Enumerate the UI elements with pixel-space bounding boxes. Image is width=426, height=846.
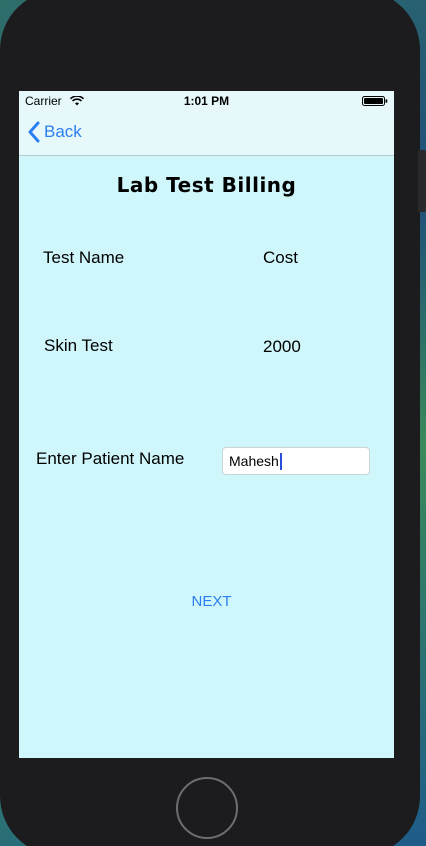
header-test-name: Test Name xyxy=(43,248,125,267)
app-screen: Carrier 1:01 PM Back Lab Test Billing Te… xyxy=(19,91,394,758)
patient-name-value: Mahesh xyxy=(229,453,279,469)
chevron-left-icon xyxy=(28,121,40,143)
page-title: Lab Test Billing xyxy=(116,173,297,197)
patient-name-label: Enter Patient Name xyxy=(36,449,185,468)
text-caret xyxy=(279,452,282,470)
patient-name-field[interactable]: Mahesh xyxy=(222,447,370,475)
navigation-bar: Back xyxy=(19,111,394,156)
home-button[interactable] xyxy=(176,777,238,839)
status-time: 1:01 PM xyxy=(183,94,230,108)
side-button xyxy=(418,150,426,212)
cost-value: 2000 xyxy=(263,337,301,356)
header-cost: Cost xyxy=(263,248,298,267)
next-button[interactable]: NEXT xyxy=(19,593,394,610)
status-bar: Carrier 1:01 PM xyxy=(19,91,394,111)
back-button[interactable]: Back xyxy=(27,121,82,143)
test-name-value: Skin Test xyxy=(44,336,113,355)
battery-icon xyxy=(362,96,388,106)
back-button-label: Back xyxy=(44,122,82,141)
